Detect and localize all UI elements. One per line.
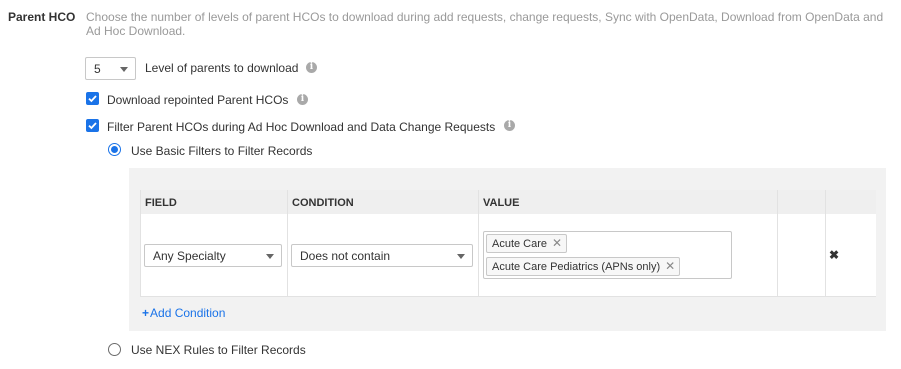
chevron-down-icon — [120, 66, 128, 72]
section-label: Parent HCO — [8, 10, 76, 24]
basic-filters-label: Use Basic Filters to Filter Records — [131, 144, 313, 158]
info-icon[interactable]: i — [504, 120, 515, 131]
header-value: VALUE — [483, 197, 520, 209]
field-select[interactable]: Any Specialty — [144, 244, 282, 267]
x-icon[interactable]: ✕ — [665, 259, 675, 273]
value-chip: Acute Care Pediatrics (APNs only) ✕ — [486, 257, 681, 276]
table-header: FIELD CONDITION VALUE — [141, 190, 876, 214]
info-icon[interactable]: i — [306, 62, 317, 73]
section-description: Choose the number of levels of parent HC… — [86, 10, 884, 38]
filter-parents-label: Filter Parent HCOs during Ad Hoc Downloa… — [107, 120, 496, 134]
levels-select-value: 5 — [94, 61, 101, 76]
checkmark-icon — [88, 95, 97, 103]
value-chip-label: Acute Care Pediatrics (APNs only) — [492, 261, 661, 273]
chevron-down-icon — [457, 253, 465, 259]
column-divider — [777, 190, 778, 296]
condition-select-value: Does not contain — [300, 248, 391, 263]
repointed-checkbox[interactable] — [86, 92, 99, 105]
nex-rules-label: Use NEX Rules to Filter Records — [131, 343, 306, 357]
column-divider — [287, 190, 288, 296]
levels-label: Level of parents to download — [145, 61, 299, 75]
checkmark-icon — [88, 122, 97, 130]
x-icon[interactable]: ✕ — [552, 236, 562, 250]
plus-icon: + — [142, 306, 150, 320]
add-condition-link[interactable]: +Add Condition — [142, 306, 225, 320]
header-field: FIELD — [145, 197, 177, 209]
filter-parents-checkbox[interactable] — [86, 119, 99, 132]
close-icon[interactable]: ✖ — [829, 248, 839, 262]
basic-filters-radio[interactable] — [108, 143, 121, 156]
value-chip: Acute Care ✕ — [486, 234, 568, 253]
levels-select[interactable]: 5 — [85, 57, 136, 80]
value-chip-label: Acute Care — [492, 238, 548, 250]
info-icon[interactable]: i — [297, 94, 308, 105]
field-select-value: Any Specialty — [153, 248, 226, 263]
chevron-down-icon — [266, 253, 274, 259]
add-condition-label: Add Condition — [150, 306, 226, 320]
header-condition: CONDITION — [292, 197, 354, 209]
column-divider — [478, 190, 479, 296]
repointed-label: Download repointed Parent HCOs — [107, 93, 289, 107]
column-divider — [825, 190, 826, 296]
nex-rules-radio[interactable] — [108, 343, 121, 356]
condition-select[interactable]: Does not contain — [291, 244, 473, 267]
